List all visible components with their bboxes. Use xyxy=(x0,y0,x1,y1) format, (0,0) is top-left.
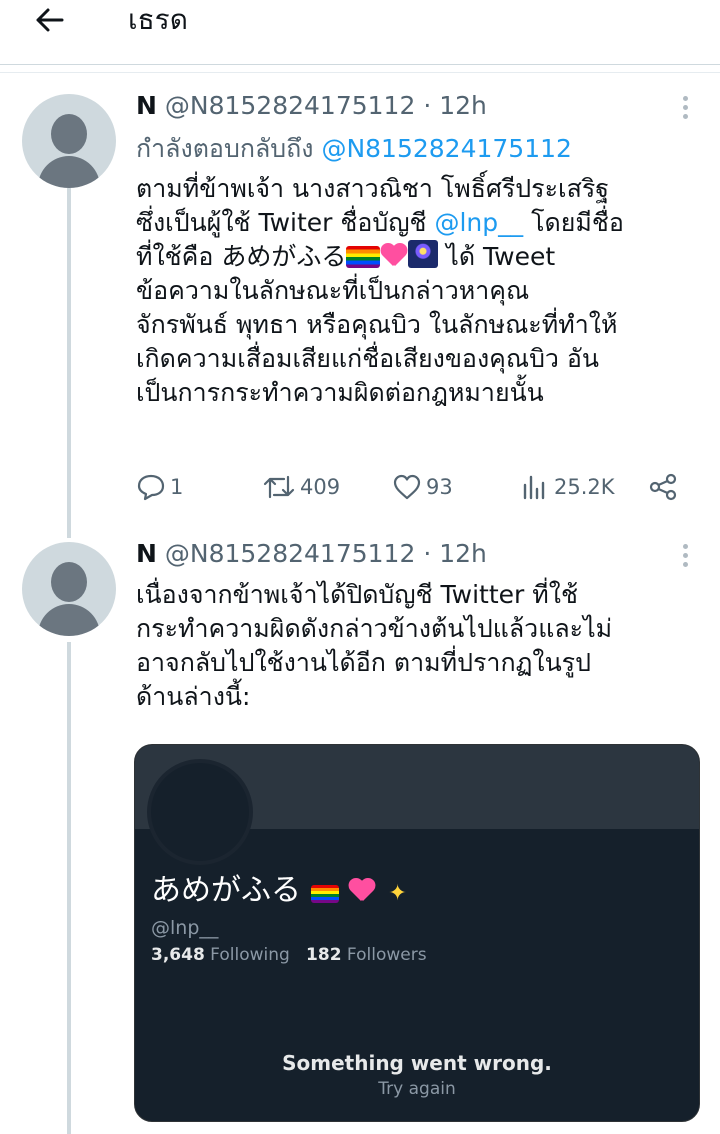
like-button[interactable]: 93 xyxy=(392,470,453,504)
tweet-text-line: ด้านล่างนี้: xyxy=(136,682,251,711)
tweet-text-segment: โดยมีชื่อ xyxy=(523,208,624,237)
header-divider-secondary xyxy=(0,72,720,73)
try-again-link: Try again xyxy=(378,1079,456,1099)
tweet-text-line: กระทำความผิดดังกล่าวข้างต้นไปแล้วและไม่ xyxy=(136,614,613,643)
share-icon xyxy=(649,473,677,501)
thread-connector-line xyxy=(67,642,71,1134)
reply-count: 1 xyxy=(170,475,184,499)
views-button[interactable]: 25.2K xyxy=(520,470,615,504)
followers-count: 182 xyxy=(306,945,342,965)
author-name[interactable]: N xyxy=(136,91,157,120)
tweet-text-line: ซึ่งเป็นผู้ใช้ Twiter ชื่อบัญชี @lnp__ โ… xyxy=(136,206,716,240)
tweet-text: ตามที่ข้าพเจ้า นางสาวณิชา โพธิ์ศรีประเสร… xyxy=(136,172,716,410)
views-chart-icon xyxy=(523,475,545,500)
embedded-profile-image[interactable]: あめがふる ✦ @lnp__ 3,648 Following 182 Follo… xyxy=(134,744,700,1122)
default-avatar-head xyxy=(51,114,87,154)
share-button[interactable] xyxy=(648,470,678,504)
fireworks-icon xyxy=(408,240,439,268)
author-name[interactable]: N xyxy=(136,539,157,568)
page-title: เธรด xyxy=(128,3,188,36)
default-avatar-head xyxy=(51,562,87,602)
reply-icon xyxy=(137,474,165,501)
tweet-text-line: เกิดความเสื่อมเสียแก่ชื่อเสียงของคุณบิว … xyxy=(136,344,600,373)
error-message: Something went wrong. xyxy=(282,1051,552,1075)
following-count: 3,648 xyxy=(151,945,205,965)
header-separator: · xyxy=(415,539,440,568)
tweet-text-line: ข้อความในลักษณะที่เป็นกล่าวหาคุณ xyxy=(136,276,530,305)
profile-name-text: あめがふる xyxy=(151,873,301,908)
retweet-icon xyxy=(263,475,295,499)
sparkles-icon: ✦ xyxy=(388,881,407,906)
tweet-text-line: เนื่องจากข้าพเจ้าได้ปิดบัญชี Twitter ที่… xyxy=(136,580,578,609)
tweet-time[interactable]: 12h xyxy=(439,539,487,568)
retweet-button[interactable]: 409 xyxy=(262,470,340,504)
replying-to: กำลังตอบกลับถึง @N8152824175112 xyxy=(136,132,572,166)
tweet-header: N @N8152824175112 · 12h xyxy=(136,90,487,122)
tweet-text-segment: ซึ่งเป็นผู้ใช้ Twiter ชื่อบัญชี xyxy=(136,208,435,237)
tweet-text-line: จักรพันธ์ พุทธา หรือคุณบิว ในลักษณะที่ทำ… xyxy=(136,310,618,339)
avatar[interactable] xyxy=(22,94,116,188)
sparkling-heart-icon xyxy=(380,244,408,268)
view-count: 25.2K xyxy=(554,475,615,499)
tweet-text-line: ตามที่ข้าพเจ้า นางสาวณิชา โพธิ์ศรีประเสร… xyxy=(136,174,610,203)
sparkling-heart-icon xyxy=(348,879,376,903)
header-separator: · xyxy=(415,91,440,120)
author-handle[interactable]: @N8152824175112 xyxy=(165,539,415,568)
more-options-icon[interactable] xyxy=(676,96,694,126)
back-arrow-icon[interactable] xyxy=(28,4,74,36)
default-avatar-body xyxy=(38,604,100,636)
tweet-text-line: อาจกลับไปใช้งานได้อีก ตามที่ปรากฏในรูป xyxy=(136,648,591,677)
more-options-icon[interactable] xyxy=(676,544,694,574)
thread-connector-line xyxy=(67,188,71,538)
default-avatar-body xyxy=(38,156,100,188)
tweet-text-line: ที่ใช้คือ あめがふる ได้ Tweet xyxy=(136,240,716,274)
profile-avatar xyxy=(147,759,253,865)
tweet-time[interactable]: 12h xyxy=(439,91,487,120)
tweet-text-segment: ที่ใช้คือ あめがふる xyxy=(136,242,347,271)
replying-to-label: กำลังตอบกลับถึง xyxy=(136,134,322,163)
rainbow-flag-icon xyxy=(310,885,339,903)
heart-icon xyxy=(393,474,421,500)
avatar[interactable] xyxy=(22,542,116,636)
author-handle[interactable]: @N8152824175112 xyxy=(165,91,415,120)
rainbow-flag-icon xyxy=(346,246,381,268)
followers-label: Followers xyxy=(341,945,427,965)
profile-follow-counts: 3,648 Following 182 Followers xyxy=(151,945,427,965)
tweet-actions: 1 409 93 25.2K xyxy=(136,470,696,504)
tweet-text-segment: ได้ Tweet xyxy=(438,242,556,271)
mention-link[interactable]: @lnp__ xyxy=(434,208,523,237)
tweet-text: เนื่องจากข้าพเจ้าได้ปิดบัญชี Twitter ที่… xyxy=(136,578,716,714)
like-count: 93 xyxy=(426,475,453,499)
reply-button[interactable]: 1 xyxy=(136,470,183,504)
profile-display-name: あめがふる ✦ xyxy=(151,871,410,911)
replying-to-handle[interactable]: @N8152824175112 xyxy=(321,134,571,163)
following-label: Following xyxy=(204,945,290,965)
header-divider xyxy=(0,64,720,65)
profile-handle: @lnp__ xyxy=(151,917,219,939)
top-bar: เธรด xyxy=(0,0,720,66)
tweet-header: N @N8152824175112 · 12h xyxy=(136,538,487,570)
retweet-count: 409 xyxy=(300,475,341,499)
tweet-text-line: เป็นการกระทำความผิดต่อกฎหมายนั้น xyxy=(136,378,544,407)
